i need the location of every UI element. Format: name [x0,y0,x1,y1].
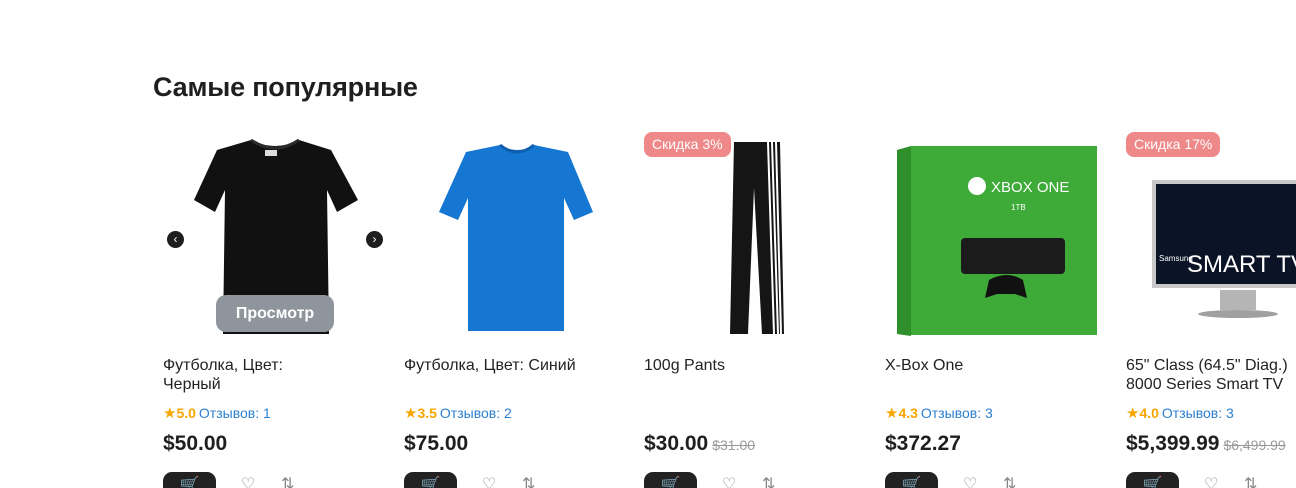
price-row: $75.00 [404,432,468,456]
star-icon: ★ [163,405,177,422]
product-price: $30.00 [644,432,709,455]
reviews-link[interactable]: Отзывов: 1 [199,405,271,421]
compare-icon[interactable]: ⇅ [762,474,775,488]
product-price: $75.00 [404,432,469,455]
quick-view-button[interactable]: Просмотр [216,295,334,332]
product-rating: ★3.5 Отзывов: 2 [404,405,512,422]
product-card[interactable]: XBOX ONE 1TB X-Box One ★4.3 Отзывов: 3 $3… [885,128,1126,488]
star-icon: ★ [1126,405,1140,422]
price-row: $50.00 [163,432,227,456]
carousel-prev-button[interactable]: ‹ [167,231,184,248]
chevron-right-icon: › [372,232,377,246]
heart-icon[interactable]: ♡ [1204,474,1218,488]
discount-badge: Скидка 3% [644,132,731,157]
add-to-cart-button[interactable]: 🛒 [163,472,216,488]
heart-icon[interactable]: ♡ [722,474,736,488]
tv-logo-text: SMART TV [1187,251,1296,278]
product-card[interactable]: Скидка 3% 100g Pants $30.00 $31.00 🛒 ♡ ⇅ [644,128,885,488]
price-row: $5,399.99 $6,499.99 [1126,432,1286,456]
product-name[interactable]: 100g Pants [644,356,824,375]
star-icon: ★ [885,405,899,422]
add-to-cart-button[interactable]: 🛒 [885,472,938,488]
product-name[interactable]: X-Box One [885,356,1065,375]
product-card[interactable]: ‹ › Просмотр Футболка, Цвет: Черный ★5.0… [163,128,404,488]
reviews-link[interactable]: Отзывов: 2 [440,405,512,421]
star-icon: ★ [404,405,418,422]
cart-icon: 🛒 [1142,477,1163,488]
carousel-next-button[interactable]: › [366,231,383,248]
reviews-link[interactable]: Отзывов: 3 [1162,405,1234,421]
reviews-link[interactable]: Отзывов: 3 [921,405,993,421]
product-card[interactable]: Футболка, Цвет: Синий ★3.5 Отзывов: 2 $75… [404,128,645,488]
product-rating: ★4.0 Отзывов: 3 [1126,405,1234,422]
product-card[interactable]: Samsung SMART TV Скидка 17% 65" Class (6… [1126,128,1296,488]
product-image[interactable]: ‹ › Просмотр [163,128,404,338]
chevron-left-icon: ‹ [173,232,178,246]
heart-icon[interactable]: ♡ [963,474,977,488]
heart-icon[interactable]: ♡ [241,474,255,488]
add-to-cart-button[interactable]: 🛒 [404,472,457,488]
product-name[interactable]: 65" Class (64.5" Diag.) 8000 Series Smar… [1126,356,1296,394]
product-image[interactable]: Samsung SMART TV Скидка 17% [1126,128,1296,338]
product-price: $50.00 [163,432,228,455]
compare-icon[interactable]: ⇅ [522,474,535,488]
product-name[interactable]: Футболка, Цвет: Синий [404,356,584,375]
old-price: $31.00 [712,437,756,453]
xbox-capacity-text: 1TB [1011,203,1026,212]
product-carousel: ‹ › Просмотр Футболка, Цвет: Черный ★5.0… [0,0,1296,488]
cart-icon: 🛒 [901,477,922,488]
compare-icon[interactable]: ⇅ [1244,474,1257,488]
compare-icon[interactable]: ⇅ [1003,474,1016,488]
product-price: $372.27 [885,432,961,455]
price-row: $372.27 [885,432,961,456]
cart-icon: 🛒 [179,477,200,488]
product-image[interactable]: XBOX ONE 1TB [885,128,1126,338]
cart-icon: 🛒 [660,477,681,488]
product-rating: ★5.0 Отзывов: 1 [163,405,271,422]
product-name[interactable]: Футболка, Цвет: Черный [163,356,343,394]
cart-icon: 🛒 [420,477,441,488]
xbox-logo-text: XBOX ONE [991,179,1069,196]
discount-badge: Скидка 17% [1126,132,1221,157]
heart-icon[interactable]: ♡ [482,474,496,488]
add-to-cart-button[interactable]: 🛒 [644,472,697,488]
product-image[interactable] [404,128,645,338]
product-image[interactable]: Скидка 3% [644,128,885,338]
add-to-cart-button[interactable]: 🛒 [1126,472,1179,488]
compare-icon[interactable]: ⇅ [281,474,294,488]
price-row: $30.00 $31.00 [644,432,755,456]
old-price: $6,499.99 [1223,437,1286,453]
product-rating: ★4.3 Отзывов: 3 [885,405,993,422]
product-price: $5,399.99 [1126,432,1220,455]
